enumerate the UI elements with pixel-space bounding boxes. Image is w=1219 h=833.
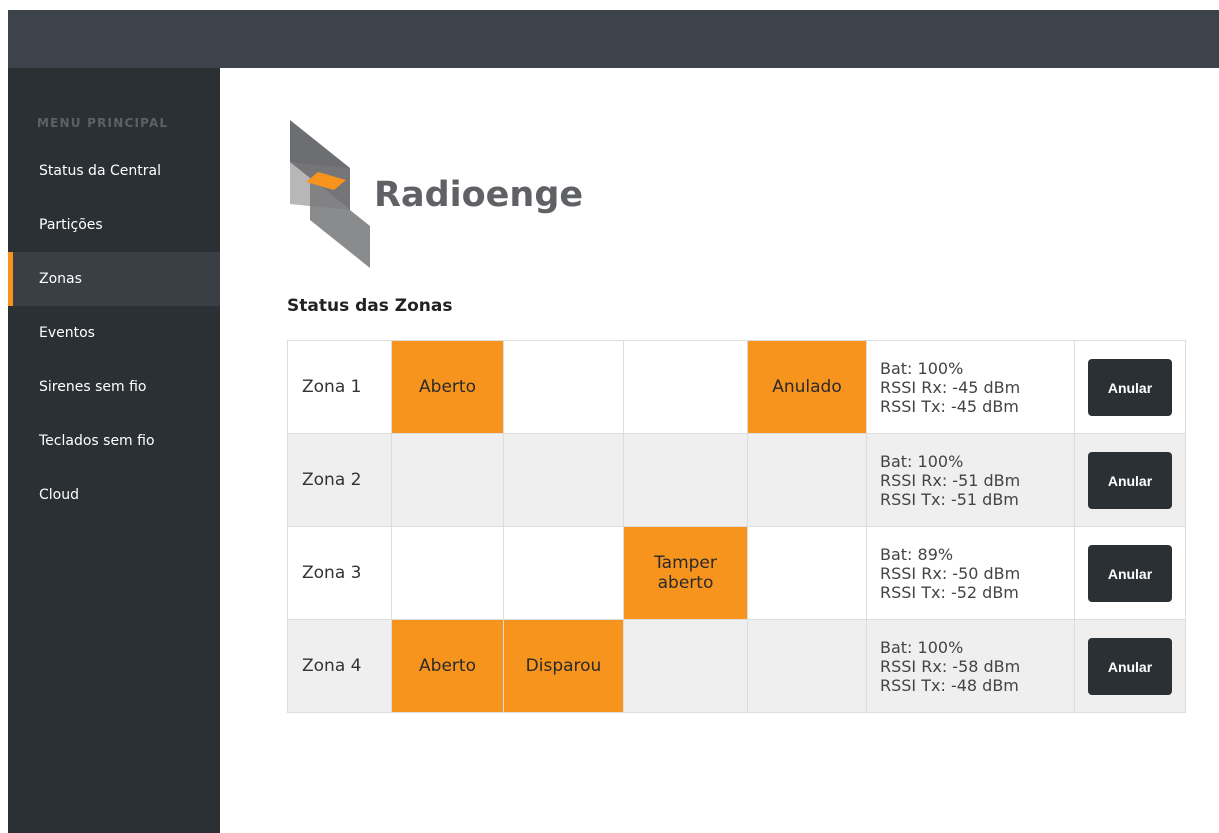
sidebar-item-cloud[interactable]: Cloud xyxy=(8,468,220,522)
main-content: Radioenge Status das Zonas Zona 1 Aberto… xyxy=(220,68,1219,833)
zone-status-cell xyxy=(391,433,504,527)
sidebar-item-eventos[interactable]: Eventos xyxy=(8,306,220,360)
table-row: Zona 3 Tamper aberto Bat: 89% RSSI Rx: -… xyxy=(287,526,1186,620)
zone-status-cell xyxy=(503,340,624,434)
zone-status-cell xyxy=(503,526,624,620)
table-row: Zona 1 Aberto Anulado Bat: 100% RSSI Rx:… xyxy=(287,340,1186,434)
top-bar xyxy=(8,10,1219,68)
zone-status-open: Aberto xyxy=(391,340,504,434)
rssi-tx: RSSI Tx: -48 dBm xyxy=(880,675,1019,695)
zone-status-tamper: Tamper aberto xyxy=(623,526,748,620)
rssi-tx: RSSI Tx: -51 dBm xyxy=(880,489,1019,509)
zone-status-cell xyxy=(747,619,867,713)
sidebar-item-teclados[interactable]: Teclados sem fio xyxy=(8,414,220,468)
sidebar-menu: Status da Central Partições Zonas Evento… xyxy=(8,144,220,522)
menu-header: MENU PRINCIPAL xyxy=(37,116,169,130)
logo-wordmark: Radioenge xyxy=(374,175,584,215)
zone-status-cell xyxy=(747,526,867,620)
zone-action-cell: Anular xyxy=(1074,340,1186,434)
zone-name: Zona 4 xyxy=(287,619,392,713)
zone-signal-info: Bat: 100% RSSI Rx: -58 dBm RSSI Tx: -48 … xyxy=(866,619,1075,713)
zone-status-cell xyxy=(391,526,504,620)
table-row: Zona 2 Bat: 100% RSSI Rx: -51 dBm RSSI T… xyxy=(287,433,1186,527)
zone-name: Zona 3 xyxy=(287,526,392,620)
zone-status-cell xyxy=(623,433,748,527)
battery-level: Bat: 100% xyxy=(880,358,964,378)
zone-status-cell xyxy=(623,340,748,434)
zone-signal-info: Bat: 100% RSSI Rx: -51 dBm RSSI Tx: -51 … xyxy=(866,433,1075,527)
rssi-rx: RSSI Rx: -50 dBm xyxy=(880,563,1021,583)
table-row: Zona 4 Aberto Disparou Bat: 100% RSSI Rx… xyxy=(287,619,1186,713)
zone-name: Zona 2 xyxy=(287,433,392,527)
battery-level: Bat: 89% xyxy=(880,544,954,564)
zone-action-cell: Anular xyxy=(1074,526,1186,620)
anular-button[interactable]: Anular xyxy=(1088,544,1172,602)
zone-status-triggered: Disparou xyxy=(503,619,624,713)
anular-button[interactable]: Anular xyxy=(1088,637,1172,695)
page-title: Status das Zonas xyxy=(287,296,453,316)
rssi-tx: RSSI Tx: -52 dBm xyxy=(880,582,1019,602)
zone-name: Zona 1 xyxy=(287,340,392,434)
rssi-rx: RSSI Rx: -51 dBm xyxy=(880,470,1021,490)
battery-level: Bat: 100% xyxy=(880,637,964,657)
zone-status-cell xyxy=(623,619,748,713)
radioenge-logo-mark xyxy=(290,120,370,268)
sidebar: MENU PRINCIPAL Status da Central Partiçõ… xyxy=(8,68,220,833)
zone-action-cell: Anular xyxy=(1074,433,1186,527)
radioenge-logo: Radioenge xyxy=(290,120,630,270)
zone-signal-info: Bat: 100% RSSI Rx: -45 dBm RSSI Tx: -45 … xyxy=(866,340,1075,434)
zone-status-cell xyxy=(503,433,624,527)
sidebar-item-status-central[interactable]: Status da Central xyxy=(8,144,220,198)
sidebar-item-zonas[interactable]: Zonas xyxy=(8,252,220,306)
anular-button[interactable]: Anular xyxy=(1088,358,1172,416)
zone-status-open: Aberto xyxy=(391,619,504,713)
rssi-rx: RSSI Rx: -58 dBm xyxy=(880,656,1021,676)
battery-level: Bat: 100% xyxy=(880,451,964,471)
zone-action-cell: Anular xyxy=(1074,619,1186,713)
rssi-rx: RSSI Rx: -45 dBm xyxy=(880,377,1021,397)
sidebar-item-particoes[interactable]: Partições xyxy=(8,198,220,252)
anular-button[interactable]: Anular xyxy=(1088,451,1172,509)
rssi-tx: RSSI Tx: -45 dBm xyxy=(880,396,1019,416)
sidebar-item-sirenes[interactable]: Sirenes sem fio xyxy=(8,360,220,414)
zone-status-bypassed: Anulado xyxy=(747,340,867,434)
zone-signal-info: Bat: 89% RSSI Rx: -50 dBm RSSI Tx: -52 d… xyxy=(866,526,1075,620)
zone-status-cell xyxy=(747,433,867,527)
zones-table: Zona 1 Aberto Anulado Bat: 100% RSSI Rx:… xyxy=(287,340,1186,713)
